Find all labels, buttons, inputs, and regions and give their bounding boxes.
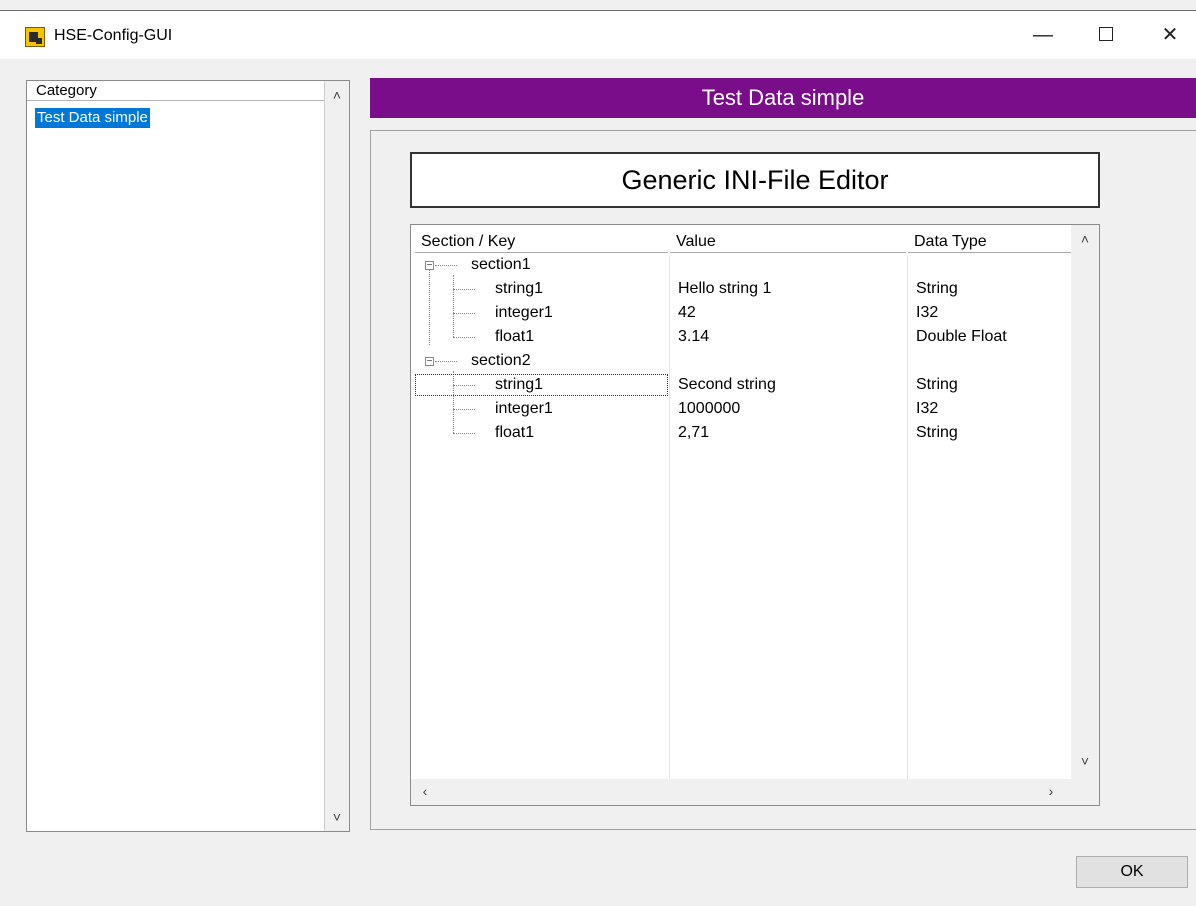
scroll-down-icon[interactable]: ˅	[325, 809, 349, 825]
editor-title: Generic INI-File Editor	[410, 152, 1100, 208]
category-scrollbar[interactable]: ˄ ˅	[324, 81, 349, 831]
tree-row-key[interactable]: section2	[471, 349, 531, 373]
maximize-button[interactable]	[1083, 11, 1129, 59]
ini-tree[interactable]: Section / Key Value Data Type − − sectio…	[410, 224, 1100, 806]
window-title: HSE-Config-GUI	[54, 27, 173, 44]
column-divider	[907, 255, 908, 779]
tree-row-key[interactable]: float1	[495, 325, 534, 349]
tree-row-type[interactable]: String	[916, 277, 958, 301]
tree-line	[435, 265, 457, 266]
tree-row-value[interactable]: 2,71	[678, 421, 709, 445]
scroll-up-icon[interactable]: ˄	[325, 87, 349, 103]
column-divider	[669, 255, 670, 779]
close-button[interactable]: ✕	[1147, 11, 1193, 59]
page-header: Test Data simple	[370, 78, 1196, 118]
tree-row-key[interactable]: string1	[495, 277, 543, 301]
tree-line	[453, 275, 454, 337]
scroll-left-icon[interactable]: ‹	[415, 783, 435, 799]
maximize-icon	[1099, 26, 1113, 41]
collapse-icon[interactable]: −	[425, 261, 434, 271]
tree-line	[453, 313, 475, 314]
tree-row-value[interactable]: Second string	[678, 373, 776, 397]
category-list[interactable]: Category Test Data simple ˄ ˅	[26, 80, 350, 832]
column-header-section-key[interactable]: Section / Key	[415, 231, 668, 253]
tree-row-key[interactable]: integer1	[495, 397, 553, 421]
tree-row-type[interactable]: String	[916, 421, 958, 445]
collapse-icon[interactable]: −	[425, 357, 434, 367]
category-column-header[interactable]: Category	[27, 81, 325, 101]
tree-row-key[interactable]: string1	[495, 373, 543, 397]
title-bar: HSE-Config-GUI — ✕	[0, 10, 1196, 59]
minimize-button[interactable]: —	[1020, 11, 1066, 59]
tree-row-value[interactable]: 3.14	[678, 325, 709, 349]
tree-line	[453, 433, 475, 434]
tree-horizontal-scrollbar[interactable]: ‹ ›	[411, 779, 1071, 805]
tree-row-key[interactable]: float1	[495, 421, 534, 445]
tree-row-type[interactable]: I32	[916, 397, 938, 421]
scroll-down-icon[interactable]: ˅	[1071, 753, 1099, 769]
tree-vertical-scrollbar[interactable]: ˄ ˅	[1071, 225, 1099, 780]
tree-line	[453, 337, 475, 338]
scroll-up-icon[interactable]: ˄	[1071, 231, 1099, 247]
tree-row-value[interactable]: Hello string 1	[678, 277, 771, 301]
tree-row-type[interactable]: String	[916, 373, 958, 397]
tree-row-value[interactable]: 42	[678, 301, 696, 325]
tree-line	[435, 361, 457, 362]
app-icon	[25, 27, 45, 47]
tree-row-value[interactable]: 1000000	[678, 397, 740, 421]
tree-line	[453, 409, 475, 410]
tree-row-type[interactable]: Double Float	[916, 325, 1007, 349]
tree-row-key[interactable]: section1	[471, 253, 531, 277]
scroll-right-icon[interactable]: ›	[1041, 783, 1061, 799]
column-header-data-type[interactable]: Data Type	[908, 231, 1071, 253]
tree-row-key[interactable]: integer1	[495, 301, 553, 325]
category-item[interactable]: Test Data simple	[35, 108, 150, 128]
ok-button[interactable]: OK	[1076, 856, 1188, 888]
tree-line	[453, 289, 475, 290]
tree-row-type[interactable]: I32	[916, 301, 938, 325]
scrollbar-corner	[1071, 779, 1099, 805]
column-header-value[interactable]: Value	[670, 231, 906, 253]
tree-line	[429, 269, 430, 345]
